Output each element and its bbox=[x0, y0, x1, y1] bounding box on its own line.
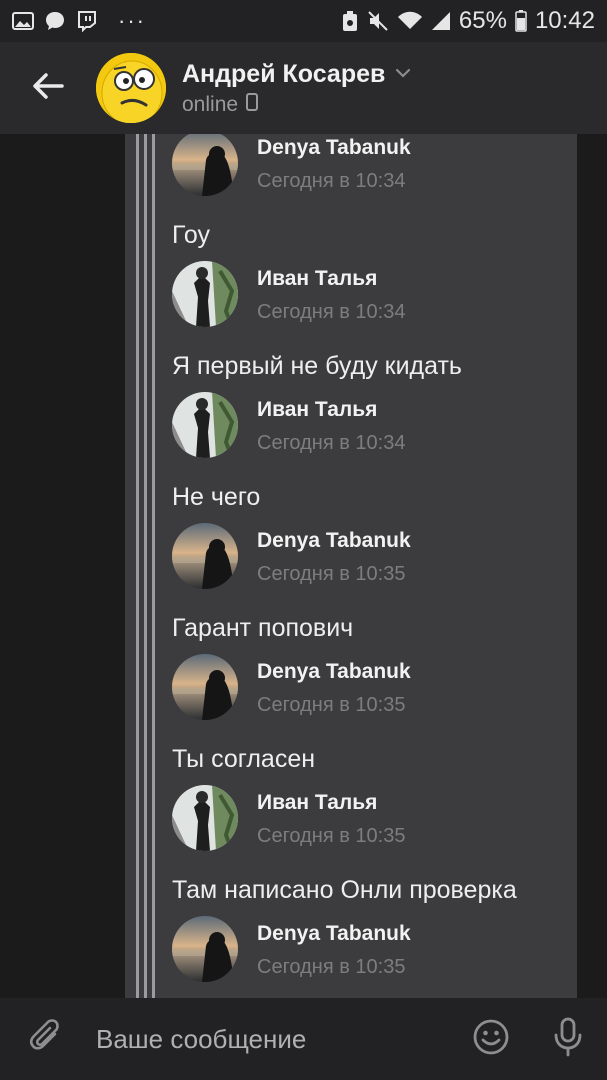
signal-icon bbox=[431, 11, 451, 31]
voice-message-button[interactable] bbox=[529, 998, 607, 1080]
avatar[interactable] bbox=[172, 916, 238, 982]
message-header: Denya Tabanuk Сегодня в 10:35 bbox=[172, 916, 577, 998]
battery-icon bbox=[515, 10, 527, 32]
message-text: Гарант попович bbox=[172, 614, 354, 642]
chat-bubble-icon bbox=[44, 10, 66, 32]
avatar[interactable] bbox=[172, 785, 238, 851]
message-author[interactable]: Иван Талья bbox=[257, 267, 377, 291]
message-area[interactable]: Denya Tabanuk Сегодня в 10:34 Гоу Иван Таль… bbox=[0, 134, 607, 998]
message-text: Ты согласен bbox=[172, 745, 316, 773]
forwarded-message[interactable]: Denya Tabanuk Сегодня в 10:35 Гарант попов… bbox=[172, 523, 577, 654]
avatar[interactable] bbox=[96, 53, 166, 123]
message-timestamp: Сегодня в 10:34 bbox=[257, 170, 406, 192]
twitch-icon bbox=[76, 10, 98, 32]
avatar[interactable] bbox=[172, 134, 238, 196]
online-status: online bbox=[182, 93, 411, 117]
message-text: Я первый не буду кидать bbox=[172, 352, 462, 380]
attach-button[interactable] bbox=[0, 998, 92, 1080]
forwarded-message[interactable]: Иван Талья Сегодня в 10:35 Там написано Он… bbox=[172, 785, 577, 916]
recycle-icon bbox=[341, 10, 359, 32]
message-text: Не чего bbox=[172, 483, 261, 511]
forwarded-message[interactable]: Denya Tabanuk Сегодня в 10:34 Гоу bbox=[172, 134, 577, 261]
status-bar: ··· 65% 10:42 bbox=[0, 0, 607, 42]
message-header: Denya Tabanuk Сегодня в 10:35 bbox=[172, 654, 577, 744]
message-author[interactable]: Denya Tabanuk bbox=[257, 136, 411, 160]
status-left: ··· bbox=[12, 8, 146, 34]
forward-indicator-line bbox=[152, 134, 155, 998]
clock: 10:42 bbox=[534, 7, 595, 34]
message-text: Гоу bbox=[172, 221, 210, 249]
forwarded-message[interactable]: Иван Талья Сегодня в 10:34 Я первый не буд… bbox=[172, 261, 577, 392]
message-header: Denya Tabanuk Сегодня в 10:34 bbox=[172, 134, 577, 220]
status-right: 65% 10:42 bbox=[341, 7, 595, 35]
chat-title-row: Андрей Косарев bbox=[182, 60, 411, 89]
chat-info[interactable]: Андрей Косарев online bbox=[182, 60, 411, 117]
message-author[interactable]: Иван Талья bbox=[257, 398, 377, 422]
message-author[interactable]: Иван Талья bbox=[257, 791, 377, 815]
message-header: Иван Талья Сегодня в 10:34 bbox=[172, 261, 577, 351]
back-button[interactable] bbox=[0, 42, 96, 134]
avatar[interactable] bbox=[172, 261, 238, 327]
message-header: Иван Талья Сегодня в 10:35 bbox=[172, 785, 577, 875]
avatar[interactable] bbox=[172, 654, 238, 720]
emoji-button[interactable] bbox=[453, 998, 529, 1080]
forwarded-messages-card[interactable]: Denya Tabanuk Сегодня в 10:34 Гоу Иван Таль… bbox=[125, 134, 577, 998]
message-header: Denya Tabanuk Сегодня в 10:35 bbox=[172, 523, 577, 613]
online-label: online bbox=[182, 92, 239, 116]
arrow-left-icon bbox=[32, 72, 64, 105]
avatar[interactable] bbox=[172, 392, 238, 458]
forward-indicator-line bbox=[136, 134, 139, 998]
message-timestamp: Сегодня в 10:35 bbox=[257, 694, 406, 716]
message-author[interactable]: Denya Tabanuk bbox=[257, 922, 411, 946]
message-input[interactable] bbox=[92, 1009, 453, 1069]
microphone-icon bbox=[553, 1017, 583, 1062]
message-text: Там написано Онли проверка bbox=[172, 876, 517, 904]
forwarded-message[interactable]: Иван Талья Сегодня в 10:34 Не чего bbox=[172, 392, 577, 523]
message-timestamp: Сегодня в 10:35 bbox=[257, 825, 406, 847]
forwarded-message-list: Denya Tabanuk Сегодня в 10:34 Гоу Иван Таль… bbox=[172, 134, 577, 998]
message-header: Иван Талья Сегодня в 10:34 bbox=[172, 392, 577, 482]
message-timestamp: Сегодня в 10:35 bbox=[257, 956, 406, 978]
gallery-icon bbox=[12, 11, 34, 31]
phone-icon bbox=[246, 93, 259, 116]
more-notifications-icon: ··· bbox=[118, 8, 146, 33]
battery-percent: 65% bbox=[458, 7, 507, 34]
forward-indicator-line bbox=[144, 134, 147, 998]
message-input-bar bbox=[0, 998, 607, 1080]
chevron-down-icon bbox=[395, 65, 411, 83]
message-timestamp: Сегодня в 10:34 bbox=[257, 432, 406, 454]
message-timestamp: Сегодня в 10:35 bbox=[257, 563, 406, 585]
message-author[interactable]: Denya Tabanuk bbox=[257, 660, 411, 684]
forwarded-message[interactable]: Denya Tabanuk Сегодня в 10:35 Ты согласен bbox=[172, 654, 577, 785]
message-author[interactable]: Denya Tabanuk bbox=[257, 529, 411, 553]
forwarded-message[interactable]: Denya Tabanuk Сегодня в 10:35 bbox=[172, 916, 577, 998]
chat-screen: ··· 65% 10:42 Андрей Косарев online Deny… bbox=[0, 0, 607, 1080]
message-timestamp: Сегодня в 10:34 bbox=[257, 301, 406, 323]
paperclip-icon bbox=[29, 1018, 63, 1061]
mute-icon bbox=[367, 10, 389, 32]
chat-title: Андрей Косарев bbox=[182, 59, 386, 88]
smile-icon bbox=[472, 1018, 510, 1061]
avatar[interactable] bbox=[172, 523, 238, 589]
wifi-icon bbox=[397, 11, 423, 31]
chat-header: Андрей Косарев online bbox=[0, 42, 607, 134]
